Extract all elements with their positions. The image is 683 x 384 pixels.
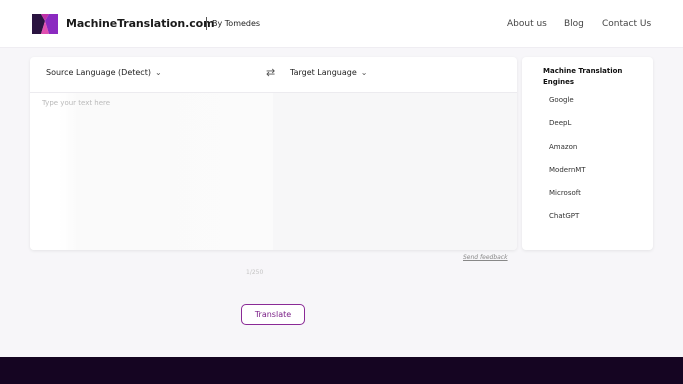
engines-title: Machine Translation Engines bbox=[543, 67, 623, 86]
engines-panel: Machine Translation Engines Google DeepL… bbox=[522, 57, 653, 250]
translate-button[interactable]: Translate bbox=[241, 304, 305, 325]
swap-arrows-icon[interactable]: ⇄ bbox=[266, 66, 275, 79]
character-counter: 1/250 bbox=[246, 269, 264, 276]
site-footer bbox=[0, 357, 683, 384]
engine-deepl[interactable]: DeepL bbox=[549, 119, 571, 127]
engine-chatgpt[interactable]: ChatGPT bbox=[549, 212, 579, 220]
target-language-select[interactable]: Target Language ⌄ bbox=[290, 68, 367, 77]
source-language-select[interactable]: Source Language (Detect) ⌄ bbox=[46, 68, 162, 77]
engine-amazon[interactable]: Amazon bbox=[549, 143, 577, 151]
brand-divider bbox=[206, 17, 207, 30]
language-bar: Source Language (Detect) ⌄ ⇄ Target Langu… bbox=[30, 57, 517, 93]
send-feedback-link[interactable]: Send feedback bbox=[463, 254, 508, 261]
engine-microsoft[interactable]: Microsoft bbox=[549, 189, 581, 197]
brand-name[interactable]: MachineTranslation.com bbox=[66, 17, 215, 30]
chevron-down-icon: ⌄ bbox=[360, 68, 368, 77]
engine-modernmt[interactable]: ModernMT bbox=[549, 166, 586, 174]
target-text-panel bbox=[273, 93, 517, 250]
machinetranslation-logo[interactable] bbox=[32, 14, 58, 34]
chevron-down-icon: ⌄ bbox=[154, 68, 162, 77]
by-line: By Tomedes bbox=[212, 19, 261, 28]
site-header: MachineTranslation.com By Tomedes About … bbox=[0, 0, 683, 48]
engine-google[interactable]: Google bbox=[549, 96, 574, 104]
source-text-panel: 1/250 bbox=[30, 93, 273, 276]
source-language-label: Source Language (Detect) bbox=[46, 68, 151, 77]
target-language-label: Target Language bbox=[290, 68, 357, 77]
nav-about-us[interactable]: About us bbox=[507, 19, 547, 29]
source-text-input[interactable] bbox=[42, 99, 262, 229]
nav-contact-us[interactable]: Contact Us bbox=[602, 19, 651, 29]
nav-blog[interactable]: Blog bbox=[564, 19, 584, 29]
translator-panel: Source Language (Detect) ⌄ ⇄ Target Langu… bbox=[30, 57, 517, 276]
